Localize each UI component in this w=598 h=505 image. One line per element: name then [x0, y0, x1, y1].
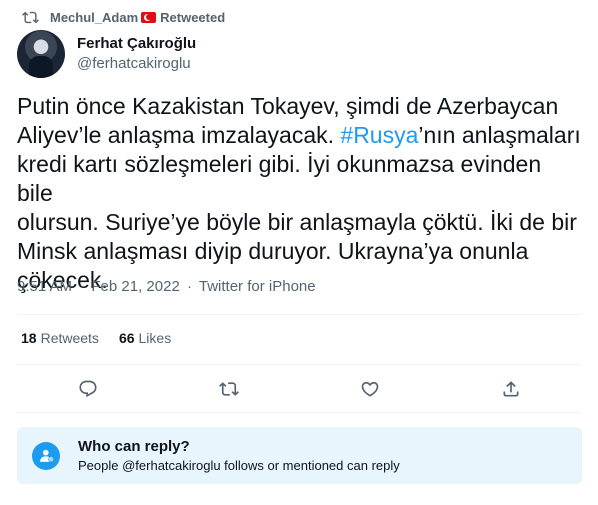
tweet-stats: 18 Retweets 66 Likes — [21, 330, 171, 346]
divider — [17, 314, 581, 315]
retweet-button[interactable] — [212, 372, 246, 406]
avatar[interactable] — [17, 30, 65, 78]
tweet-actions — [17, 372, 581, 406]
reply-icon — [78, 380, 97, 398]
reply-settings-title: Who can reply? — [78, 437, 190, 455]
tweet-date[interactable]: Feb 21, 2022 — [91, 278, 179, 295]
author-handle[interactable]: @ferhatcakiroglu — [77, 54, 196, 74]
tweet-source[interactable]: Twitter for iPhone — [199, 278, 316, 295]
retweets-stat[interactable]: 18 Retweets — [21, 330, 99, 346]
like-button[interactable] — [353, 372, 387, 406]
mention-user-icon: @ — [32, 441, 60, 470]
reply-button[interactable] — [71, 372, 105, 406]
svg-text:@: @ — [49, 457, 53, 462]
hashtag-link[interactable]: #Rusya — [340, 122, 418, 148]
likes-label: Likes — [138, 330, 172, 346]
retweeter-name[interactable]: Mechul_Adam — [50, 10, 138, 25]
tweet-metadata: 9:51 AM · Feb 21, 2022 · Twitter for iPh… — [17, 278, 316, 295]
author-display-name[interactable]: Ferhat Çakıroğlu — [77, 34, 196, 54]
tweet-author[interactable]: Ferhat Çakıroğlu @ferhatcakiroglu — [17, 30, 196, 78]
like-icon — [361, 381, 378, 397]
reply-restriction-notice: @ Who can reply? People @ferhatcakiroglu… — [17, 427, 582, 484]
divider — [17, 412, 581, 413]
likes-stat[interactable]: 66 Likes — [119, 330, 171, 346]
share-button[interactable] — [494, 372, 528, 406]
share-icon — [503, 381, 518, 397]
retweeted-label: Retweeted — [160, 9, 226, 25]
retweets-count: 18 — [21, 330, 37, 346]
likes-count: 66 — [118, 330, 135, 346]
meta-separator: · — [186, 278, 192, 295]
retweet-icon — [22, 9, 39, 26]
tweet-time[interactable]: 9:51 AM — [17, 278, 72, 295]
turkey-flag-icon — [141, 11, 157, 23]
retweet-icon — [218, 382, 239, 396]
reply-settings-description: People @ferhatcakiroglu follows or menti… — [78, 457, 400, 473]
divider — [17, 364, 581, 365]
retweets-label: Retweets — [40, 330, 99, 346]
meta-separator: · — [79, 278, 85, 295]
retweet-context: Mechul_Adam Retweeted — [22, 8, 225, 26]
tweet-text: Putin önce Kazakistan Tokayev, şimdi de … — [17, 92, 583, 295]
